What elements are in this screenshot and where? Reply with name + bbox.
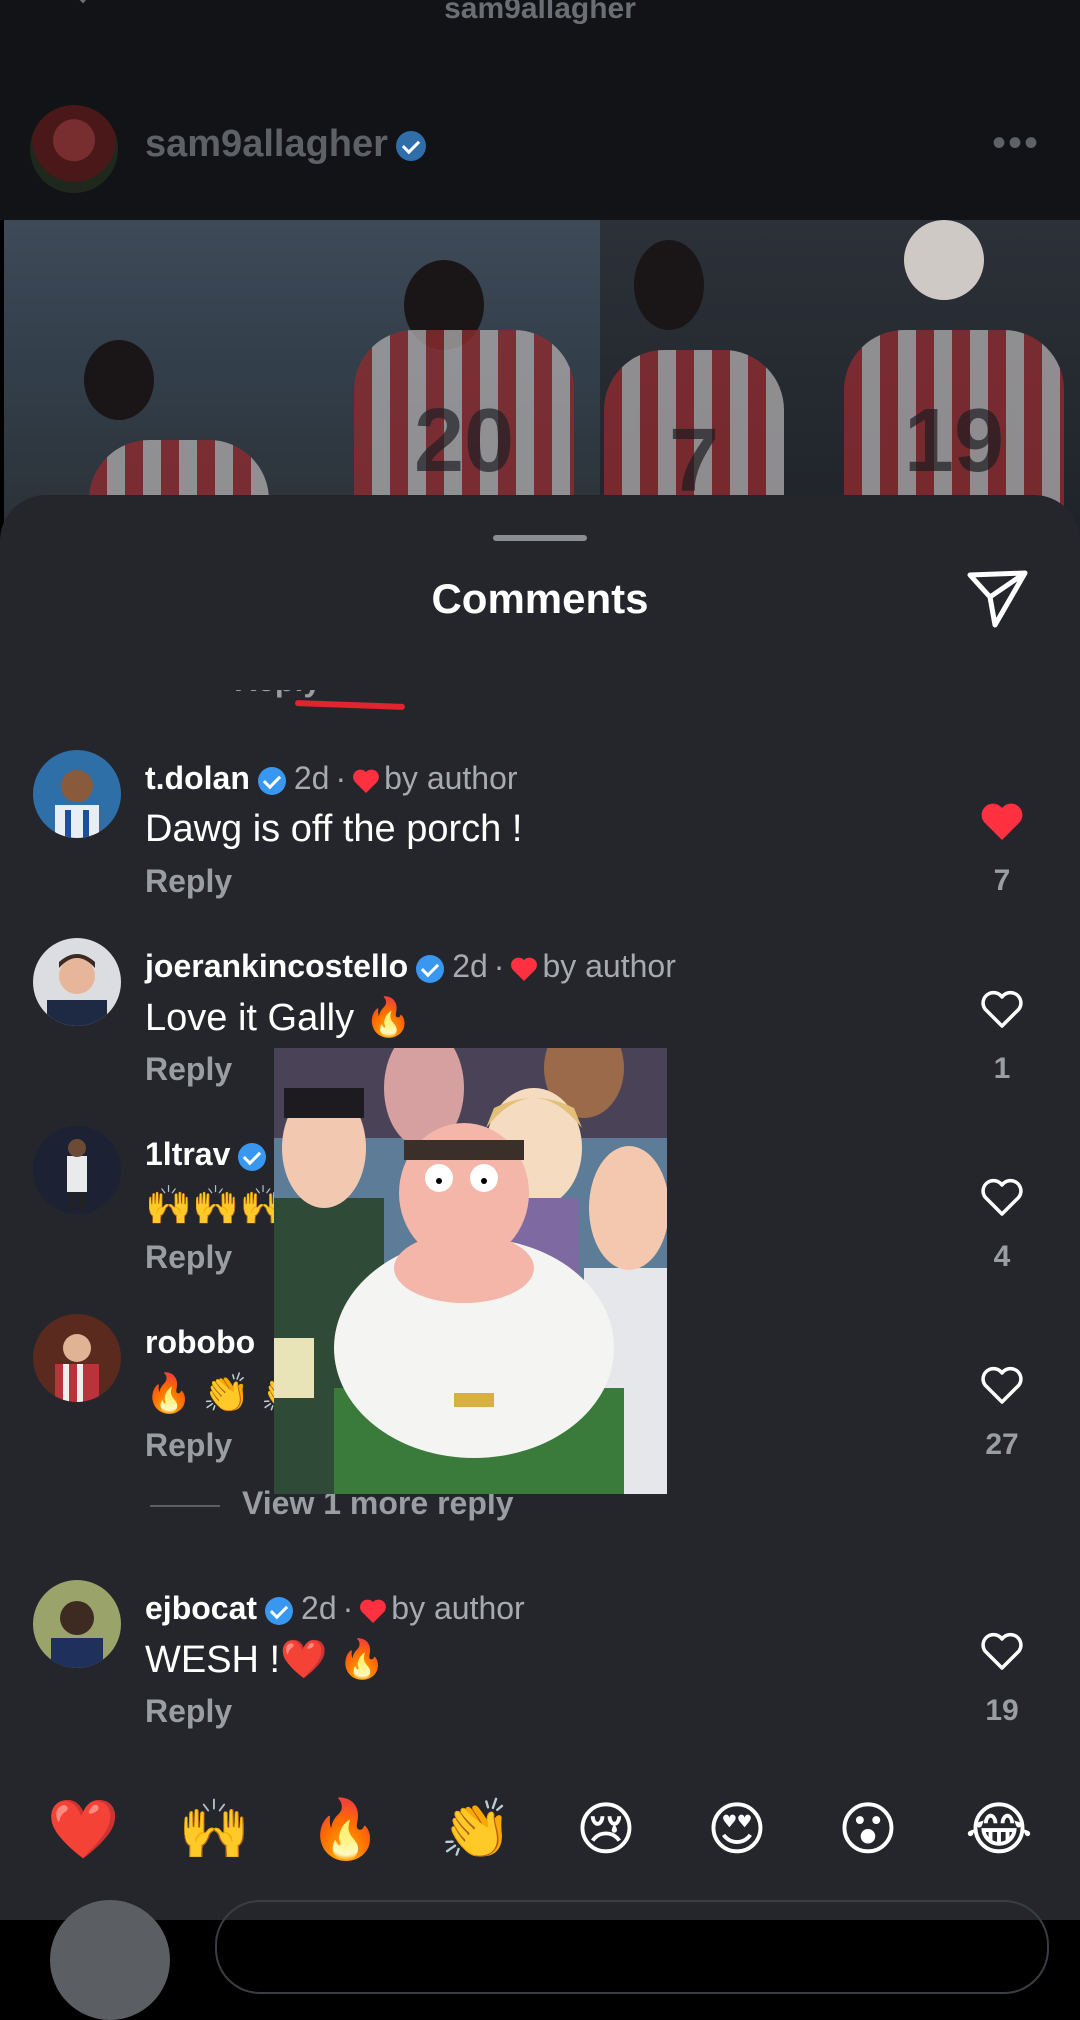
comment-item: t.dolan 2d · by author Dawg is off the porc… xyxy=(0,750,1080,930)
comment-meta: joerankincostello 2d · by author xyxy=(145,948,676,985)
like-count: 7 xyxy=(993,864,1011,897)
like-count: 1 xyxy=(980,690,1020,698)
reaction-surprised[interactable]: 😮 xyxy=(833,1790,903,1870)
cartoon-sticker-image xyxy=(274,1048,667,1494)
like-count: 19 xyxy=(985,1694,1019,1727)
verified-icon xyxy=(265,1596,294,1625)
reaction-heart[interactable]: ❤️ xyxy=(47,1790,119,1870)
like-count: 27 xyxy=(985,1428,1019,1461)
post-avatar[interactable] xyxy=(30,105,118,193)
like-heart-icon[interactable] xyxy=(980,990,1024,1030)
comment-username[interactable]: 1ltrav xyxy=(145,1136,230,1172)
comment-time: 2d xyxy=(293,760,330,796)
reaction-laughing[interactable]: 😂 xyxy=(964,1790,1034,1870)
shirt-number: 19 xyxy=(903,391,1005,491)
avatar[interactable] xyxy=(33,1314,121,1402)
reply-button[interactable]: Reply xyxy=(145,1239,232,1276)
comment-text: Love it Gally 🔥 xyxy=(145,997,412,1039)
comment-username[interactable]: t.dolan xyxy=(145,760,250,796)
comment-text: Dawg is off the porch ! xyxy=(145,808,523,850)
comment-item: ejbocat 2d · by author WESH !❤️ 🔥 Reply 19 xyxy=(0,1580,1080,1760)
comment-username[interactable]: ejbocat xyxy=(145,1590,257,1626)
player-head xyxy=(84,340,154,420)
sheet-title: Comments xyxy=(431,575,649,622)
verified-icon xyxy=(257,766,286,795)
comment-meta: 1ltrav xyxy=(145,1136,267,1173)
avatar[interactable] xyxy=(33,938,121,1026)
author-heart-icon xyxy=(360,1599,387,1623)
reply-button[interactable]: Reply xyxy=(145,1051,232,1088)
like-heart-icon[interactable] xyxy=(980,1366,1024,1406)
reaction-fire[interactable]: 🔥 xyxy=(309,1790,381,1870)
reply-button[interactable]: Reply xyxy=(234,690,321,699)
avatar[interactable] xyxy=(33,750,121,838)
comment-meta: robobo xyxy=(145,1324,255,1361)
share-icon[interactable] xyxy=(965,565,1031,631)
post-header: sam9allagher ••• xyxy=(0,95,1080,195)
player-head xyxy=(634,240,704,330)
verified-icon xyxy=(238,1142,267,1171)
separator-dot: · xyxy=(493,948,505,984)
shirt-number: 20 xyxy=(413,391,515,491)
liked-by-author-label: by author xyxy=(391,1590,525,1626)
verified-icon xyxy=(395,130,426,161)
player-head xyxy=(904,220,984,300)
reaction-crying[interactable]: 😢 xyxy=(571,1790,641,1870)
reaction-raised-hands[interactable]: 🙌 xyxy=(178,1790,250,1870)
comment-username[interactable]: joerankincostello xyxy=(145,948,408,984)
reaction-clap[interactable]: 👏 xyxy=(440,1790,512,1870)
author-heart-icon xyxy=(353,769,380,793)
reply-button[interactable]: Reply xyxy=(145,863,232,900)
like-heart-icon[interactable] xyxy=(980,802,1024,842)
verified-icon xyxy=(416,954,445,983)
comment-meta: ejbocat 2d · by author xyxy=(145,1590,525,1627)
thread-line xyxy=(150,1504,220,1507)
screen-title: sam9allagher xyxy=(444,0,636,25)
comment-text: WESH !❤️ 🔥 xyxy=(145,1639,386,1681)
author-heart-icon xyxy=(511,957,538,981)
current-user-avatar xyxy=(50,1900,170,2020)
reply-button[interactable]: Reply xyxy=(145,1427,232,1464)
like-count: 1 xyxy=(993,1052,1011,1085)
annotation-stroke xyxy=(294,700,406,710)
avatar[interactable] xyxy=(33,1126,121,1214)
comment-input[interactable] xyxy=(215,1900,1049,1994)
reply-button[interactable]: Reply xyxy=(145,1693,232,1730)
like-heart-icon[interactable] xyxy=(980,1632,1024,1672)
post-username[interactable]: sam9allagher xyxy=(145,123,426,166)
like-heart-icon[interactable] xyxy=(980,1178,1024,1218)
more-options-icon[interactable]: ••• xyxy=(992,123,1040,163)
liked-by-author-label: by author xyxy=(384,760,518,796)
comment-time: 2d xyxy=(452,948,488,984)
avatar[interactable] xyxy=(33,1580,121,1668)
quick-reactions-bar: ❤️ 🙌 🔥 👏 😢 😍 😮 😂 xyxy=(0,1790,1080,1870)
post-username-label: sam9allagher xyxy=(145,123,388,165)
separator-dot: · xyxy=(335,760,347,796)
comment-text: 🙌🙌🙌 xyxy=(145,1185,287,1227)
like-count: 4 xyxy=(993,1240,1011,1273)
reaction-heart-eyes[interactable]: 😍 xyxy=(702,1790,772,1870)
separator-dot: · xyxy=(342,1590,354,1626)
liked-by-author-label: by author xyxy=(542,948,676,984)
comment-meta: t.dolan 2d · by author xyxy=(145,760,518,797)
drag-handle[interactable] xyxy=(493,535,587,541)
comment-username[interactable]: robobo xyxy=(145,1324,255,1360)
comment-time: 2d xyxy=(301,1590,337,1626)
